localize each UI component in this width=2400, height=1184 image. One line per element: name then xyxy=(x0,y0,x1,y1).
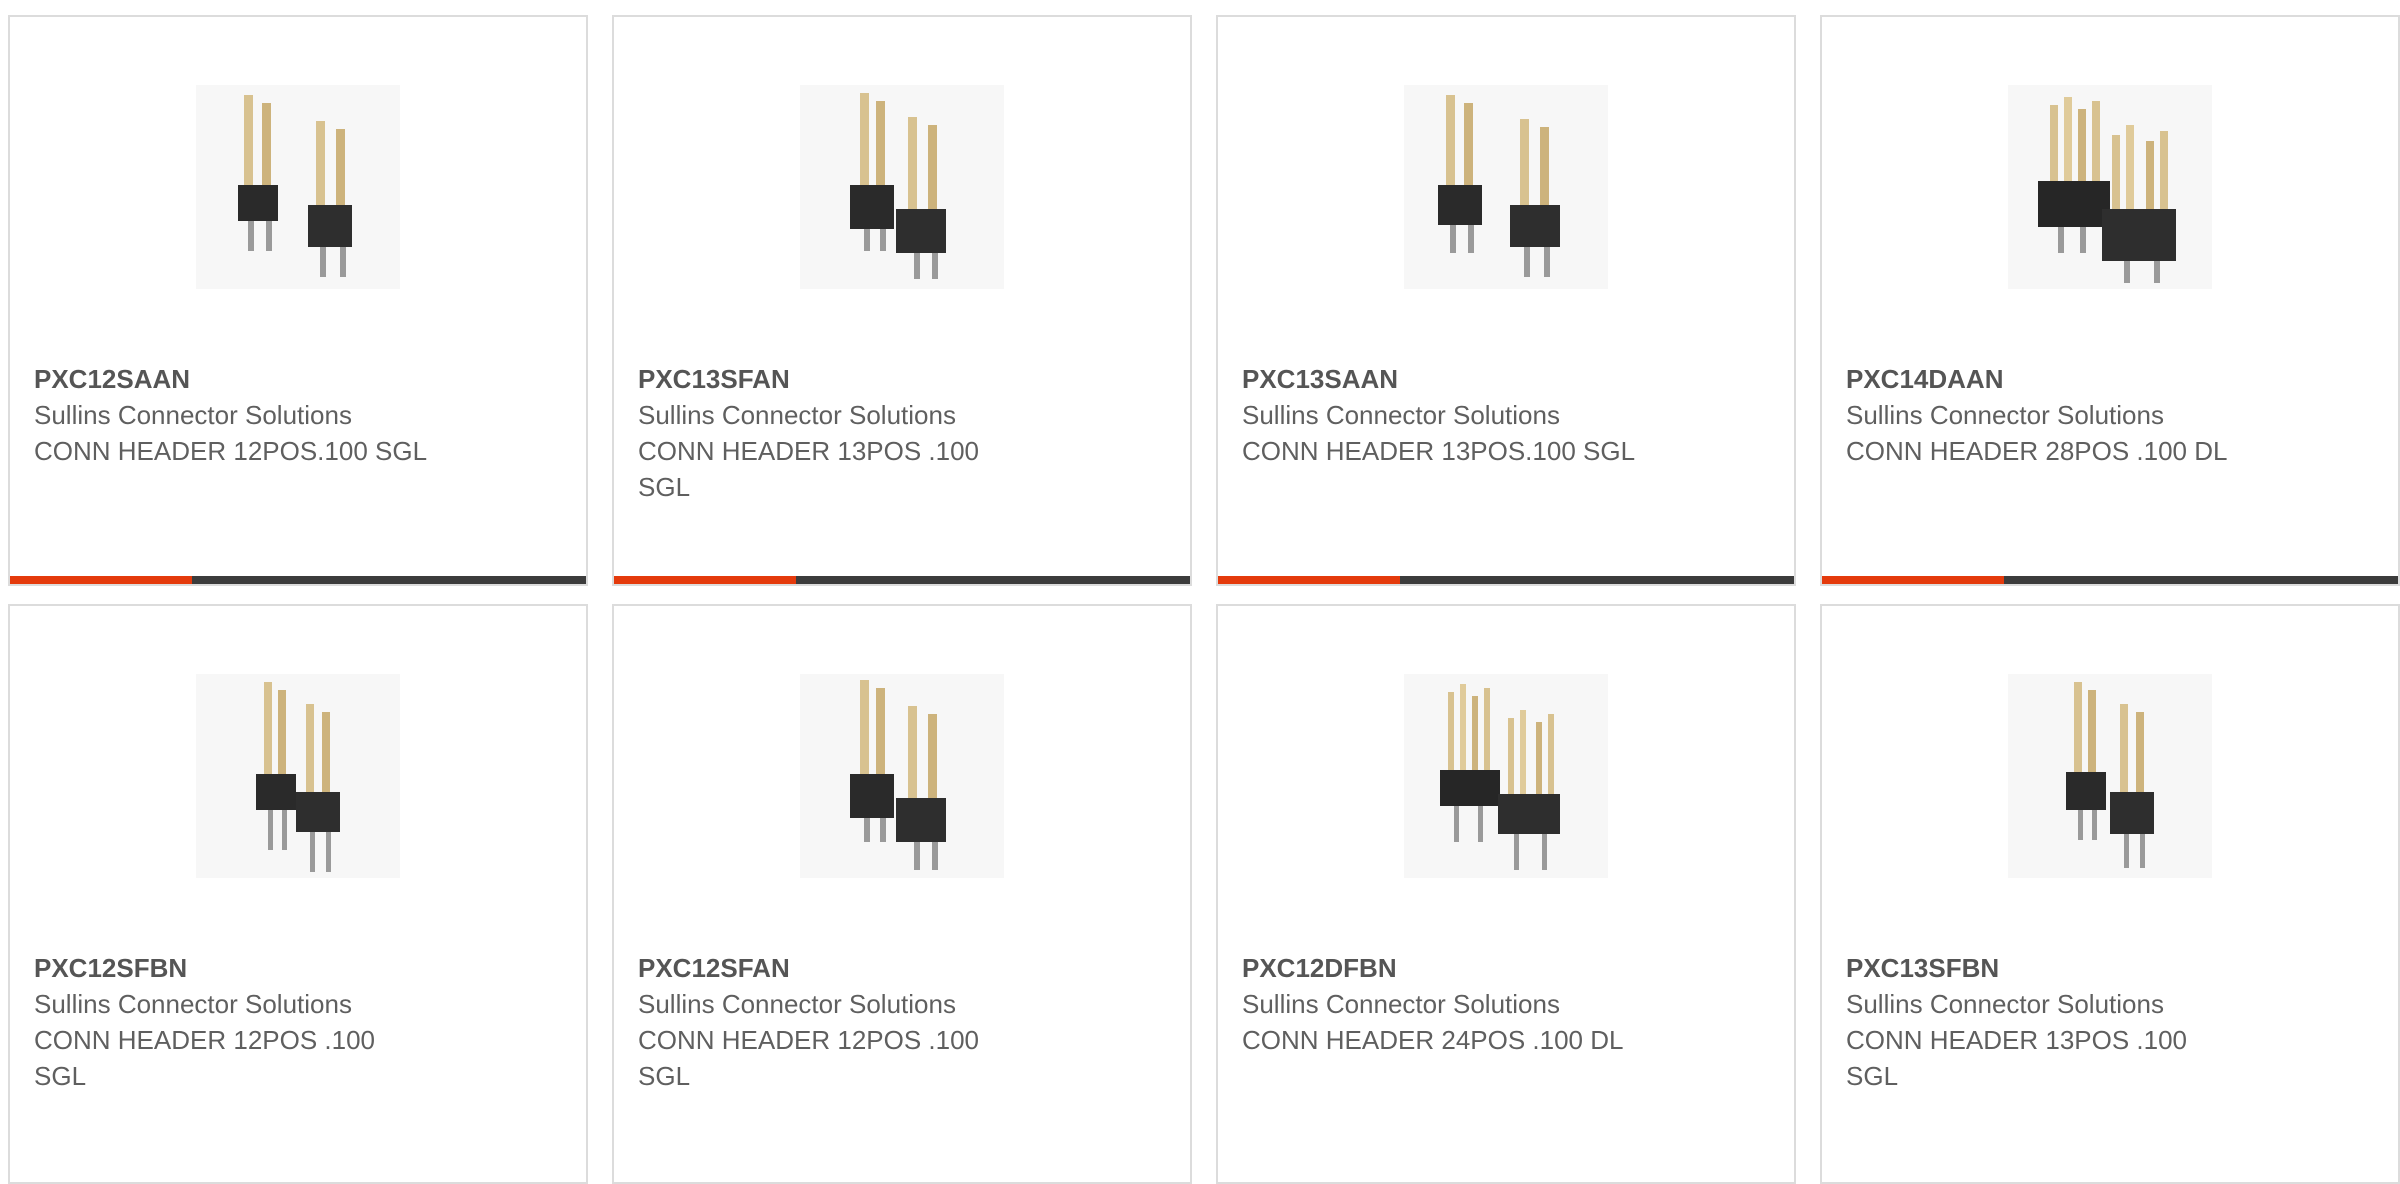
product-info: PXC12DFBN Sullins Connector Solutions CO… xyxy=(1242,950,1682,1058)
description: CONN HEADER 12POS .100 SGL xyxy=(638,1025,980,1091)
part-number[interactable]: PXC12SAAN xyxy=(34,361,474,397)
card-footer-bar xyxy=(1218,576,1794,584)
pin-header-single-row-icon xyxy=(800,85,1004,289)
part-number[interactable]: PXC13SAAN xyxy=(1242,361,1682,397)
part-number[interactable]: PXC12DFBN xyxy=(1242,950,1682,986)
pin-header-dual-row-icon xyxy=(1404,674,1608,878)
description: CONN HEADER 28POS .100 DL xyxy=(1846,436,2228,466)
product-card[interactable]: PXC12SFAN Sullins Connector Solutions CO… xyxy=(612,604,1192,1184)
pin-header-single-row-icon xyxy=(196,85,400,289)
pin-header-dual-row-icon xyxy=(2008,85,2212,289)
manufacturer: Sullins Connector Solutions xyxy=(1242,989,1560,1019)
manufacturer: Sullins Connector Solutions xyxy=(34,400,352,430)
product-info: PXC13SFBN Sullins Connector Solutions CO… xyxy=(1846,950,2286,1094)
product-card[interactable]: PXC13SFBN Sullins Connector Solutions CO… xyxy=(1820,604,2400,1184)
product-card[interactable]: PXC13SFAN Sullins Connector Solutions CO… xyxy=(612,15,1192,586)
card-footer-bar xyxy=(1822,576,2398,584)
product-card[interactable]: PXC12SAAN Sullins Connector Solutions CO… xyxy=(8,15,588,586)
manufacturer: Sullins Connector Solutions xyxy=(1242,400,1560,430)
description: CONN HEADER 12POS.100 SGL xyxy=(34,436,428,466)
manufacturer: Sullins Connector Solutions xyxy=(34,989,352,1019)
part-number[interactable]: PXC14DAAN xyxy=(1846,361,2286,397)
product-info: PXC13SFAN Sullins Connector Solutions CO… xyxy=(638,361,1078,505)
pin-header-single-row-icon xyxy=(2008,674,2212,878)
product-info: PXC13SAAN Sullins Connector Solutions CO… xyxy=(1242,361,1682,469)
product-info: PXC14DAAN Sullins Connector Solutions CO… xyxy=(1846,361,2286,469)
part-number[interactable]: PXC12SFBN xyxy=(34,950,474,986)
manufacturer: Sullins Connector Solutions xyxy=(1846,989,2164,1019)
product-card[interactable]: PXC14DAAN Sullins Connector Solutions CO… xyxy=(1820,15,2400,586)
description: CONN HEADER 13POS.100 SGL xyxy=(1242,436,1636,466)
description: CONN HEADER 13POS .100 SGL xyxy=(1846,1025,2188,1091)
description: CONN HEADER 12POS .100 SGL xyxy=(34,1025,376,1091)
card-accent-bar xyxy=(10,576,192,584)
card-accent-bar xyxy=(1822,576,2004,584)
product-info: PXC12SAAN Sullins Connector Solutions CO… xyxy=(34,361,474,469)
product-card[interactable]: PXC12SFBN Sullins Connector Solutions CO… xyxy=(8,604,588,1184)
product-info: PXC12SFBN Sullins Connector Solutions CO… xyxy=(34,950,474,1094)
pin-header-single-row-icon xyxy=(196,674,400,878)
card-footer-bar xyxy=(10,576,586,584)
pin-header-single-row-icon xyxy=(800,674,1004,878)
manufacturer: Sullins Connector Solutions xyxy=(1846,400,2164,430)
card-accent-bar xyxy=(614,576,796,584)
manufacturer: Sullins Connector Solutions xyxy=(638,989,956,1019)
card-footer-bar xyxy=(614,576,1190,584)
part-number[interactable]: PXC12SFAN xyxy=(638,950,1078,986)
description: CONN HEADER 13POS .100 SGL xyxy=(638,436,980,502)
pin-header-single-row-icon xyxy=(1404,85,1608,289)
product-info: PXC12SFAN Sullins Connector Solutions CO… xyxy=(638,950,1078,1094)
product-card[interactable]: PXC12DFBN Sullins Connector Solutions CO… xyxy=(1216,604,1796,1184)
part-number[interactable]: PXC13SFBN xyxy=(1846,950,2286,986)
card-accent-bar xyxy=(1218,576,1400,584)
part-number[interactable]: PXC13SFAN xyxy=(638,361,1078,397)
product-card[interactable]: PXC13SAAN Sullins Connector Solutions CO… xyxy=(1216,15,1796,586)
description: CONN HEADER 24POS .100 DL xyxy=(1242,1025,1624,1055)
product-grid: PXC12SAAN Sullins Connector Solutions CO… xyxy=(0,0,2400,1184)
manufacturer: Sullins Connector Solutions xyxy=(638,400,956,430)
